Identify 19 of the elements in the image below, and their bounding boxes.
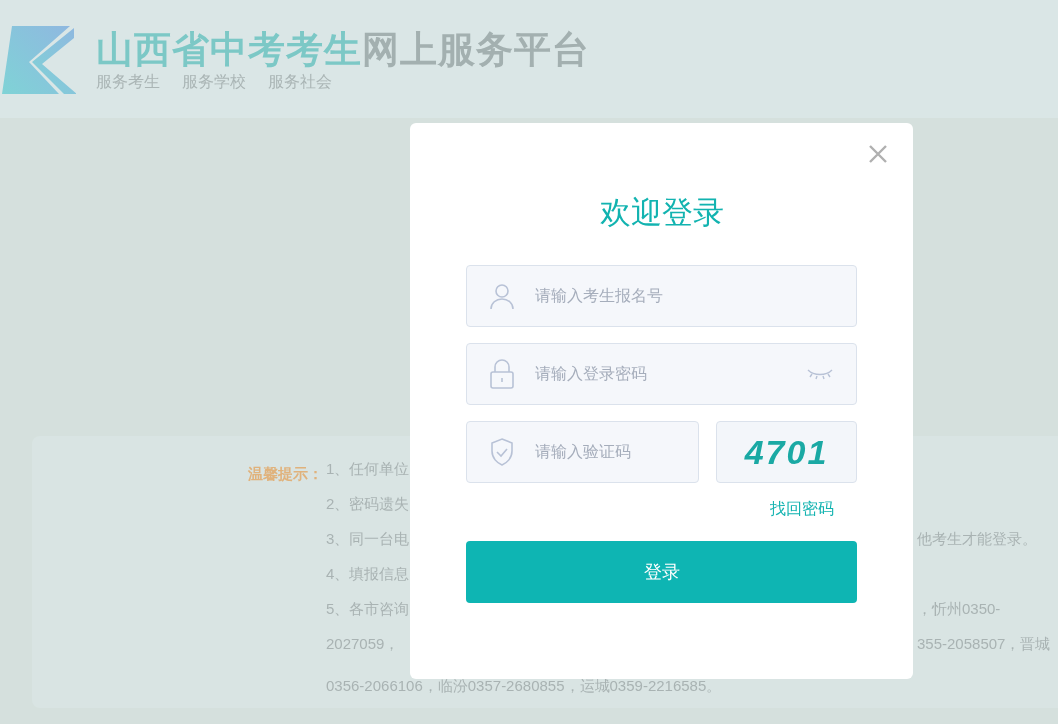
notice-title: 温馨提示： — [248, 464, 323, 484]
lock-icon — [489, 359, 515, 389]
user-icon — [489, 282, 515, 310]
password-field[interactable]: 请输入登录密码 — [466, 343, 857, 405]
site-title-highlight: 山西省中考考生 — [96, 28, 362, 72]
captcha-image[interactable]: 4701 — [716, 421, 857, 483]
password-input[interactable]: 请输入登录密码 — [535, 362, 786, 386]
close-button[interactable] — [867, 143, 889, 165]
closed-eye-icon[interactable] — [806, 367, 834, 381]
username-input[interactable]: 请输入考生报名号 — [535, 284, 834, 308]
forgot-password-link[interactable]: 找回密码 — [770, 497, 834, 521]
close-icon — [869, 145, 887, 163]
captcha-field[interactable]: 请输入验证码 — [466, 421, 699, 483]
login-button[interactable]: 登录 — [466, 541, 857, 603]
dialog-title: 欢迎登录 — [599, 194, 724, 232]
shield-check-icon — [489, 437, 515, 467]
logo-icon — [2, 26, 76, 94]
captcha-input[interactable]: 请输入验证码 — [535, 440, 675, 464]
username-field[interactable]: 请输入考生报名号 — [466, 265, 857, 327]
